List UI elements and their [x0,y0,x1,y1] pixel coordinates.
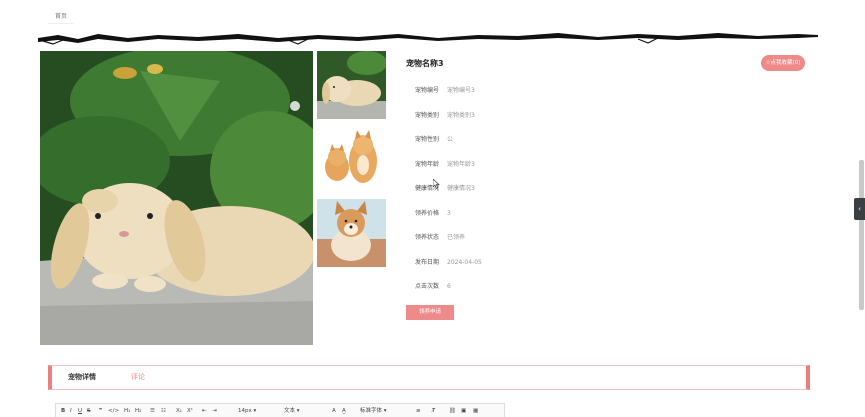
info-value: 6 [447,283,451,290]
heading1-icon[interactable]: H₁ [124,407,130,415]
info-value: 公 [447,136,454,143]
info-label: 宠物编号 [414,87,439,94]
main-pet-photo [40,51,313,345]
bold-icon[interactable]: B [61,407,65,415]
background-color-icon[interactable]: A̲ [342,407,346,415]
mouse-cursor-icon [433,179,440,189]
link-icon[interactable]: ⛓ [449,407,456,415]
bullet-list-icon[interactable]: ☷ [161,407,166,415]
font-family-select[interactable]: 标准字体 ▾ [360,407,387,415]
ordered-list-icon[interactable]: ☰ [150,407,155,415]
info-value: 3 [447,210,451,217]
strikethrough-icon[interactable]: S [87,407,91,415]
info-label: 宠物性别 [414,136,439,143]
text-type-select[interactable]: 文本 ▾ [284,407,300,415]
thumbnail-rabbit[interactable] [317,51,386,119]
thumbnail-puppy[interactable] [317,199,386,267]
indent-icon[interactable]: ⇥ [212,407,217,415]
font-size-value: 14px [238,408,252,414]
heading2-icon[interactable]: H₂ [135,407,141,415]
outdent-icon[interactable]: ⇤ [202,407,207,415]
info-label: 宠物类别 [414,112,439,119]
text-type-value: 文本 [284,408,296,414]
info-value: 宠物类别3 [447,112,475,119]
thumbnail-kittens[interactable] [317,125,386,193]
tab-comments[interactable]: 评论 [131,366,145,389]
code-icon[interactable]: </> [108,407,119,415]
font-family-value: 标准字体 [360,408,383,414]
info-value: 健康情况3 [447,185,475,192]
rich-text-editor-toolbar: B I U S ❞ </> H₁ H₂ ☰ ☷ X₁ X¹ ⇤ ⇥ 14px ▾… [55,403,505,417]
info-value: 已领养 [447,234,466,241]
underline-icon[interactable]: U [78,407,82,415]
info-value: 2024-04-05 [447,259,482,266]
detail-tabs-bar: 宠物详情 评论 [48,365,810,390]
superscript-icon[interactable]: X¹ [187,407,193,415]
image-icon[interactable]: ▣ [461,407,466,415]
info-label: 点击次数 [414,283,439,290]
video-icon[interactable]: ▦ [473,407,478,415]
align-icon[interactable]: ≡ [416,407,421,415]
pet-name-title: 宠物名称3 [406,59,444,68]
quote-icon[interactable]: ❞ [99,407,102,415]
home-tab[interactable]: 首页 [48,9,74,24]
adopt-apply-button[interactable]: 领养申请 [406,305,454,320]
font-color-icon[interactable]: A [332,407,336,415]
info-label: 领养价格 [414,210,439,217]
italic-icon[interactable]: I [70,407,72,415]
info-label: 发布日期 [414,259,439,266]
brush-stroke-divider [38,33,818,45]
info-value: 宠物年龄3 [447,161,475,168]
chevron-left-icon[interactable]: ‹ [854,198,865,220]
info-value: 宠物编号3 [447,87,475,94]
font-size-select[interactable]: 14px ▾ [238,407,256,415]
info-label: 领养状态 [414,234,439,241]
tab-pet-details[interactable]: 宠物详情 [68,366,96,389]
clear-format-icon[interactable]: T̸ [432,407,435,415]
page-scrollbar[interactable] [859,160,864,310]
subscript-icon[interactable]: X₁ [176,407,182,415]
favorite-button[interactable]: ☆点我收藏(0) [761,55,805,71]
info-label: 宠物年龄 [414,161,439,168]
